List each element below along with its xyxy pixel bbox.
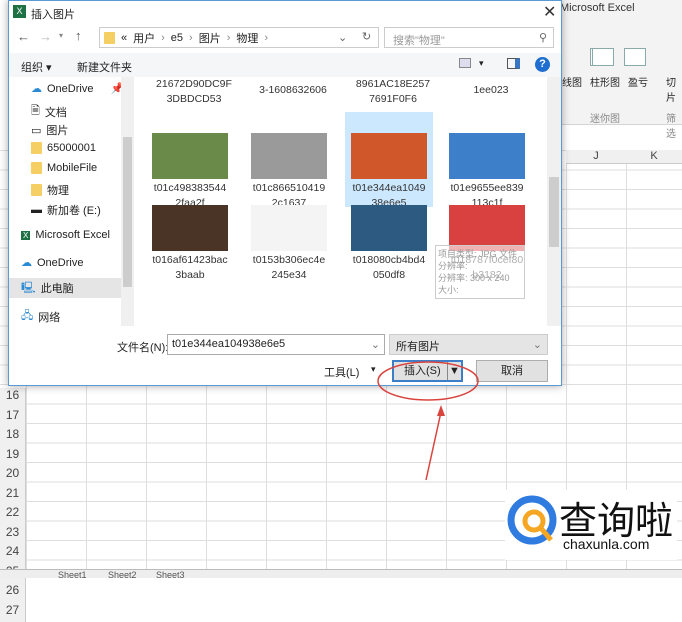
arrow-head-icon: [437, 405, 445, 416]
watermark-url: chaxunla.com: [563, 536, 649, 552]
annotation-arrow: [426, 412, 441, 480]
annotation-circle: [378, 362, 478, 400]
row-header[interactable]: 26: [0, 583, 25, 603]
watermark: 查询啦 chaxunla.com: [505, 490, 677, 560]
row-header[interactable]: 27: [0, 603, 25, 622]
chaxunla-logo-icon: [507, 492, 557, 550]
